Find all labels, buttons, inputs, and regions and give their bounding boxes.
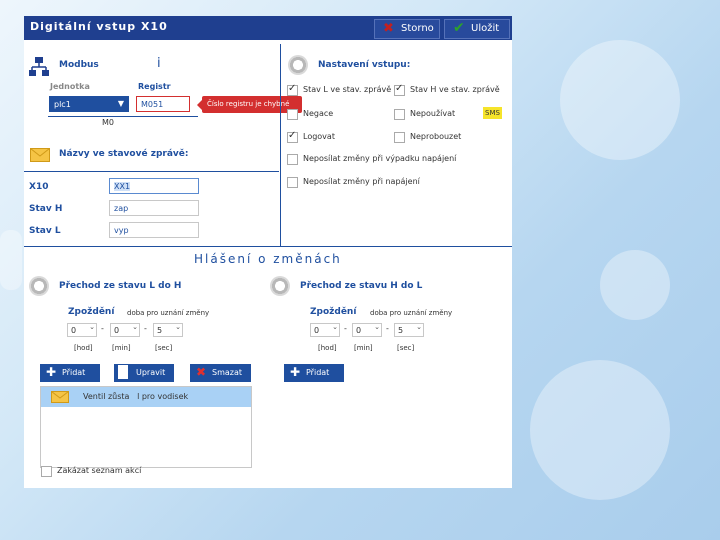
envelope-icon bbox=[51, 391, 69, 403]
register-label: Registr bbox=[138, 82, 171, 91]
minutes-spinner[interactable]: 0 ⌄ bbox=[110, 323, 140, 337]
checkbox-state-l-in-report[interactable] bbox=[287, 83, 298, 96]
modbus-sub-value: M0 bbox=[102, 118, 114, 127]
plus-icon: ✚ bbox=[45, 365, 57, 379]
envelope-icon bbox=[30, 148, 50, 162]
chevron-down-icon: ⌄ bbox=[89, 323, 95, 331]
title-bar: Digitální vstup X10 ✖ Storno ✔ Uložit bbox=[24, 16, 512, 40]
dialog-title: Digitální vstup X10 bbox=[30, 20, 168, 33]
checkbox-state-h-in-report[interactable] bbox=[394, 83, 405, 96]
background-bubble bbox=[600, 250, 670, 320]
delay-note: doba pro uznání změny bbox=[370, 309, 453, 317]
option-label: Stav H ve stav. zprávě bbox=[410, 85, 500, 94]
document-icon bbox=[118, 365, 128, 379]
divider bbox=[48, 116, 198, 117]
separator: - bbox=[101, 324, 104, 333]
transition-h-to-l-title: Přechod ze stavu H do L bbox=[300, 281, 423, 291]
separator: - bbox=[386, 324, 389, 333]
delay-note: doba pro uznání změny bbox=[127, 309, 210, 317]
delete-icon: ✖ bbox=[195, 365, 207, 379]
checkbox-no-changes-power-on[interactable] bbox=[287, 177, 298, 188]
info-icon[interactable]: i bbox=[157, 56, 161, 71]
hours-spinner[interactable]: 0 ⌄ bbox=[310, 323, 340, 337]
modbus-heading: Modbus bbox=[59, 60, 99, 70]
edit-action-button[interactable]: Upravit bbox=[114, 364, 174, 382]
check-icon: ✔ bbox=[453, 20, 465, 36]
background-bubble bbox=[560, 40, 680, 160]
separator: - bbox=[344, 324, 347, 333]
action-list[interactable]: Ventil zůsta l pro vodisek bbox=[40, 386, 252, 468]
delay-label: Zpoždění bbox=[68, 307, 115, 317]
name-input-x10[interactable]: XX1 bbox=[109, 178, 199, 194]
unit-minutes-label: [min] bbox=[112, 344, 131, 352]
gear-icon bbox=[29, 276, 49, 296]
seconds-spinner[interactable]: 5 ⌄ bbox=[394, 323, 424, 337]
gear-icon bbox=[270, 276, 290, 296]
option-label: Logovat bbox=[303, 132, 335, 141]
list-item[interactable]: Ventil zůsta l pro vodisek bbox=[41, 387, 251, 407]
chevron-down-icon: ⌄ bbox=[132, 323, 138, 331]
checkbox-no-wakeup[interactable] bbox=[394, 132, 405, 143]
checkbox-negation[interactable] bbox=[287, 109, 298, 120]
name-label-x10: X10 bbox=[29, 182, 49, 192]
option-label: Neprobouzet bbox=[410, 132, 462, 141]
checkbox-no-changes-power-loss[interactable] bbox=[287, 154, 298, 165]
unit-seconds-label: [sec] bbox=[397, 344, 415, 352]
divider bbox=[24, 171, 279, 172]
hide-action-list-label: Zakázat seznam akcí bbox=[57, 466, 142, 475]
cancel-button[interactable]: ✖ Storno bbox=[374, 19, 440, 39]
divider bbox=[24, 246, 512, 247]
checkbox-log[interactable] bbox=[287, 130, 298, 143]
unit-hours-label: [hod] bbox=[74, 344, 93, 352]
separator: - bbox=[144, 324, 147, 333]
chevron-down-icon: ⌄ bbox=[332, 323, 338, 331]
input-settings-heading: Nastavení vstupu: bbox=[318, 60, 411, 70]
chevron-down-icon: ⌄ bbox=[374, 323, 380, 331]
add-action-right-button[interactable]: ✚ Přidat bbox=[284, 364, 344, 382]
delete-action-button[interactable]: ✖ Smazat bbox=[190, 364, 251, 382]
option-label: Neposílat změny při výpadku napájení bbox=[303, 154, 457, 163]
delay-label: Zpoždění bbox=[310, 307, 357, 317]
name-input-state-l[interactable]: vyp bbox=[109, 222, 199, 238]
plus-icon: ✚ bbox=[289, 365, 301, 379]
digital-input-dialog: Digitální vstup X10 ✖ Storno ✔ Uložit Mo… bbox=[24, 16, 512, 488]
add-action-button[interactable]: ✚ Přidat bbox=[40, 364, 100, 382]
hours-spinner[interactable]: 0 ⌄ bbox=[67, 323, 97, 337]
sms-badge: SMS bbox=[483, 107, 502, 119]
chevron-down-icon: ⌄ bbox=[416, 323, 422, 331]
gear-icon bbox=[288, 55, 308, 75]
seconds-spinner[interactable]: 5 ⌄ bbox=[153, 323, 183, 337]
chevron-down-icon: ▼ bbox=[117, 99, 124, 108]
name-label-state-h: Stav H bbox=[29, 204, 63, 214]
name-input-state-h[interactable]: zap bbox=[109, 200, 199, 216]
unit-hours-label: [hod] bbox=[318, 344, 337, 352]
background-bubble bbox=[0, 230, 22, 290]
network-icon bbox=[29, 57, 49, 76]
unit-label: Jednotka bbox=[50, 82, 90, 91]
names-heading: Názvy ve stavové zprávě: bbox=[59, 149, 189, 159]
unit-minutes-label: [min] bbox=[354, 344, 373, 352]
column-divider bbox=[280, 44, 281, 246]
chevron-down-icon: ⌄ bbox=[175, 323, 181, 331]
checkbox-disable[interactable] bbox=[394, 109, 405, 120]
tooltip-arrow bbox=[197, 100, 202, 110]
unit-seconds-label: [sec] bbox=[155, 344, 173, 352]
background-bubble bbox=[530, 360, 670, 500]
option-label: Stav L ve stav. zprávě bbox=[303, 85, 392, 94]
checkbox-hide-action-list[interactable] bbox=[41, 466, 52, 477]
option-label: Nepoužívat bbox=[410, 109, 456, 118]
transition-l-to-h-title: Přechod ze stavu L do H bbox=[59, 281, 182, 291]
option-label: Negace bbox=[303, 109, 334, 118]
option-label: Neposílat změny při napájení bbox=[303, 177, 420, 186]
register-input[interactable]: M051 bbox=[136, 96, 190, 112]
name-label-state-l: Stav L bbox=[29, 226, 61, 236]
minutes-spinner[interactable]: 0 ⌄ bbox=[352, 323, 382, 337]
unit-select[interactable]: plc1 ▼ bbox=[49, 96, 129, 112]
save-button[interactable]: ✔ Uložit bbox=[444, 19, 510, 39]
reports-heading: Hlášení o změnách bbox=[194, 252, 342, 266]
close-icon: ✖ bbox=[383, 21, 394, 36]
